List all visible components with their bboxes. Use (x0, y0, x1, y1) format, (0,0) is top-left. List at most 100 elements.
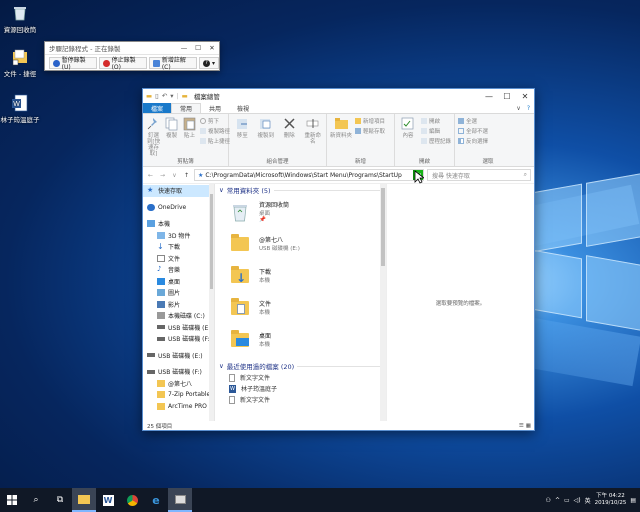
notifications-icon[interactable]: ▤ (630, 497, 636, 504)
invert-selection-button[interactable]: 反向選擇 (458, 137, 488, 145)
chevron-down-icon[interactable]: ▾ (170, 92, 173, 100)
undo-quick-icon[interactable]: ↶ (162, 92, 167, 100)
nav-item-local-disk-c[interactable]: 本機磁碟 (C:) (143, 310, 214, 322)
nav-item-quick-access[interactable]: ★ 快速存取 (143, 185, 214, 197)
properties-button[interactable]: 內容 (398, 116, 418, 157)
nav-item-videos[interactable]: 影片 (143, 299, 214, 311)
chrome-icon (126, 494, 138, 506)
delete-button[interactable]: 刪除 (279, 116, 300, 157)
details-view-icon[interactable]: ☰ (519, 423, 524, 429)
tab-file[interactable]: 檔案 (143, 103, 172, 113)
pin-quick-access-button[interactable]: 釘選到[快速存取] (146, 116, 161, 157)
task-view-button[interactable]: ⧉ (48, 488, 72, 512)
nav-item-downloads[interactable]: ↓ 下載 (143, 241, 214, 253)
nav-item-documents[interactable]: 文件 (143, 253, 214, 265)
taskbar-word[interactable]: W (96, 488, 120, 512)
list-item[interactable]: 新文字文件 (215, 372, 386, 383)
nav-item-onedrive[interactable]: OneDrive (143, 202, 214, 214)
up-arrow-icon[interactable]: ↑ (182, 172, 191, 179)
large-icons-view-icon[interactable]: ▦ (526, 423, 531, 429)
new-item-button[interactable]: 新增項目 (355, 117, 385, 125)
scrollbar-thumb[interactable] (381, 188, 385, 266)
list-item[interactable]: 資源回收筒 桌面 📌 (215, 196, 386, 228)
close-button[interactable]: ✕ (205, 44, 219, 52)
maximize-button[interactable]: ☐ (191, 44, 205, 52)
help-button[interactable]: ? ▾ (198, 57, 219, 69)
people-icon[interactable]: ⚇ (546, 497, 551, 504)
file-list-scrollbar[interactable] (380, 184, 386, 421)
network-icon[interactable]: ▭ (564, 497, 570, 504)
copy-to-button[interactable]: 複製到 (256, 116, 277, 157)
paste-button[interactable]: 貼上 (182, 116, 197, 157)
desktop-icon-recycle-bin[interactable]: 資源回收筒 (0, 4, 40, 34)
tab-share[interactable]: 共用 (201, 103, 229, 113)
easy-access-button[interactable]: 輕鬆存取 (355, 127, 385, 135)
help-icon[interactable]: ? (527, 105, 530, 112)
history-button[interactable]: 歷程記錄 (420, 137, 451, 145)
minimize-button[interactable]: — (480, 92, 498, 101)
tab-view[interactable]: 檢視 (229, 103, 257, 113)
taskbar-file-explorer[interactable] (72, 488, 96, 512)
list-item[interactable]: 新文字文件 (215, 394, 386, 405)
paste-shortcut-button[interactable]: 貼上捷徑 (200, 137, 230, 145)
chevron-down-icon[interactable]: ∨ (516, 105, 520, 112)
add-comment-button[interactable]: 新增註解(C) (149, 57, 197, 71)
chevron-down-icon[interactable]: ∨ (170, 172, 179, 179)
start-button[interactable] (0, 488, 24, 512)
file-name: 下載 (259, 268, 272, 276)
nav-scrollbar[interactable] (209, 184, 214, 421)
list-item[interactable]: ↓ 下載 本機 (215, 260, 386, 292)
list-item[interactable]: 文件 本機 (215, 292, 386, 324)
new-folder-button[interactable]: 新資料夾 (330, 116, 352, 157)
group-header-recent[interactable]: ∨ 最近使用過的檔案 (20) (215, 360, 386, 372)
nav-item-usb-f-root[interactable]: USB 磁碟機 (F:) (143, 366, 214, 378)
nav-item-folder[interactable]: 7-Zip Portable (143, 389, 214, 401)
list-item[interactable]: @第七八 USB 磁碟機 (E:) (215, 228, 386, 260)
nav-item-folder[interactable]: @第七八 (143, 378, 214, 390)
group-header-frequent[interactable]: ∨ 常用資料夾 (5) (215, 184, 386, 196)
desktop-icon-word-doc[interactable]: W 林子筠溫庭子 (0, 94, 40, 124)
list-item[interactable]: W 林子筠溫庭子 (215, 383, 386, 394)
tab-home[interactable]: 常用 (171, 103, 202, 113)
cut-button[interactable]: 剪下 (200, 117, 230, 125)
copy-path-button[interactable]: 複製路徑 (200, 127, 230, 135)
nav-item-usb-e-root[interactable]: USB 磁碟機 (E:) (143, 350, 214, 362)
desktop-icon-documents-shortcut[interactable]: 文件 - 捷徑 (0, 48, 40, 78)
chevron-up-icon[interactable]: ^ (555, 497, 560, 504)
clock[interactable]: 下午 04:22 2019/10/25 (595, 493, 627, 507)
search-input[interactable]: 搜尋 快速存取 ⌕ (427, 169, 531, 181)
forward-arrow-icon[interactable]: → (158, 172, 167, 179)
nav-item-this-pc[interactable]: 本機 (143, 218, 214, 230)
stop-record-button[interactable]: 停止錄製(O) (98, 57, 148, 71)
pause-record-button[interactable]: 暫停錄製(U) (49, 57, 97, 71)
nav-item-usb-e[interactable]: USB 磁碟機 (E:) (143, 322, 214, 334)
select-none-button[interactable]: 全部不選 (458, 127, 488, 135)
address-input[interactable]: ★ C:\ProgramData\Microsoft\Windows\Start… (194, 169, 424, 181)
nav-item-usb-f[interactable]: USB 磁碟機 (F:) (143, 333, 214, 345)
open-button[interactable]: 開啟 (420, 117, 451, 125)
search-button[interactable]: ⌕ (24, 488, 48, 512)
nav-item-3d-objects[interactable]: 3D 物件 (143, 230, 214, 242)
list-item[interactable]: 桌面 本機 (215, 324, 386, 356)
rename-button[interactable]: 重新命名 (303, 116, 324, 157)
properties-quick-icon[interactable]: ▯ (155, 92, 159, 100)
close-button[interactable]: ✕ (516, 92, 534, 101)
ime-indicator[interactable]: 英 (585, 496, 591, 505)
minimize-button[interactable]: — (177, 44, 191, 52)
taskbar-chrome[interactable] (120, 488, 144, 512)
maximize-button[interactable]: ☐ (498, 92, 516, 101)
back-arrow-icon[interactable]: ← (146, 172, 155, 179)
nav-item-music[interactable]: ♪ 音樂 (143, 264, 214, 276)
nav-item-folder[interactable]: ArcTime PRO (143, 401, 214, 413)
taskbar-edge[interactable]: e (144, 488, 168, 512)
taskbar-steps-recorder[interactable] (168, 488, 192, 512)
button-label: 複製到 (257, 133, 274, 139)
scrollbar-thumb[interactable] (210, 194, 213, 289)
nav-item-pictures[interactable]: 圖片 (143, 287, 214, 299)
volume-icon[interactable]: ◁) (574, 497, 581, 504)
select-all-button[interactable]: 全選 (458, 117, 488, 125)
move-to-button[interactable]: 移至 (232, 116, 253, 157)
nav-item-desktop[interactable]: 桌面 (143, 276, 214, 288)
edit-button[interactable]: 編輯 (420, 127, 451, 135)
copy-button[interactable]: 複製 (164, 116, 179, 157)
